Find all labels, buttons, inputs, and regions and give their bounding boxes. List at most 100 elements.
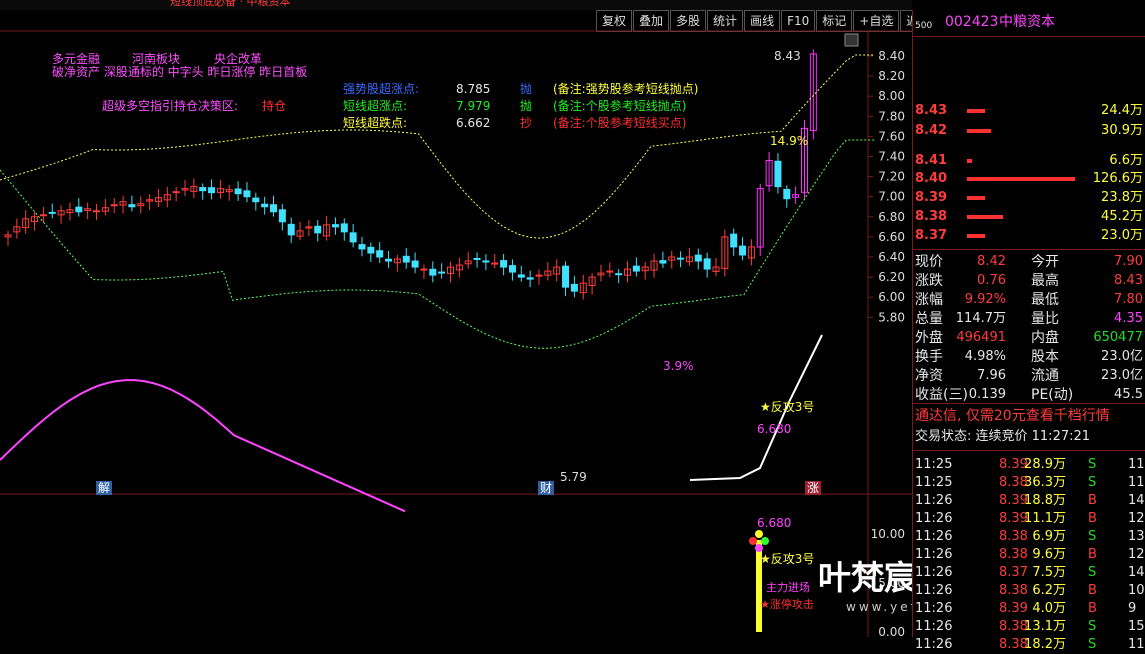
tick-time: 11:26 [915,511,953,526]
signal-value: 8.785 [456,82,491,96]
order-book-row[interactable]: 8.39 23.8万 [913,189,1145,207]
pct-high-label: 14.9% [770,134,809,148]
stock-code: 002423 [945,14,999,30]
candle-body [287,223,295,236]
candle-body [694,254,702,262]
candle-body [632,265,640,272]
tick-time: 11:26 [915,529,953,544]
tick-time: 11:26 [915,601,953,616]
order-book-row[interactable]: 8.41 6.6万 [913,152,1145,170]
candle-body [570,283,578,292]
tick-side: S [1088,637,1097,652]
tick-volume: 6.9万 [1032,529,1066,544]
ob-volume-bar [967,109,985,113]
tick-price: 8.38 [999,583,1028,598]
order-book-row[interactable]: 8.42 30.9万 [913,122,1145,140]
sub-signal-dot [755,544,763,552]
y-axis-label: 7.20 [878,170,905,184]
stock-name: 中粮资本 [999,14,1055,30]
signal-action: 抛 [520,82,533,96]
candle-body [93,210,100,213]
tick-volume: 4.0万 [1032,601,1066,616]
y-axis-label: 6.80 [878,210,905,224]
ob-volume-bar [967,129,991,133]
candle-body [562,265,570,288]
quote-label: 换手 [915,349,943,365]
y-axis-label: 8.20 [878,69,905,83]
candle-body [349,232,357,243]
quote-value: 496491 [956,330,1006,345]
quote-value: 4.98% [964,349,1006,364]
sub-signal-dot [761,537,769,545]
quote-row: 现价 8.42 今开 7.90 [913,253,1145,271]
stock-header: 500 002423 中粮资本 [913,13,1145,35]
order-book-row[interactable]: 8.38 45.2万 [913,208,1145,226]
tick-row: 11:26 8.38 9.6万 B 12 [913,546,1145,564]
sector-tag-henan: 河南板块 [132,52,181,66]
signal-note: (备注:强势股参考短线抛点) [553,82,699,96]
tick-count: 12 [1128,547,1145,562]
lower-band-line [0,139,875,349]
strategy-value: 持仓 [262,99,287,113]
event-cai-marker[interactable]: 财 [538,481,555,495]
candle-body [500,260,508,268]
candle-body [234,188,242,195]
signal-name: 短线超涨点: [343,99,408,113]
y-axis-label: 6.60 [878,230,905,244]
quote-label: 外盘 [915,330,943,346]
candle-body [48,211,56,214]
tick-time: 11:26 [915,547,953,562]
signal-name: 短线超跌点: [343,116,408,130]
promo-text[interactable]: 通达信, 仅需20元查看千档行情 [915,407,1110,425]
quote-value: 23.0亿 [1101,349,1143,364]
quote-value: 8.42 [977,254,1006,269]
ob-volume-bar [967,196,985,200]
candle-body [376,250,384,258]
candle-body [367,246,375,254]
tick-volume: 28.9万 [1024,457,1066,472]
order-book-row[interactable]: 8.43 24.4万 [913,102,1145,120]
signal-value: 7.979 [456,99,491,113]
order-book-row[interactable]: 8.40 126.6万 [913,170,1145,188]
candle-body [243,190,251,198]
order-book-row[interactable]: 8.37 23.0万 [913,227,1145,245]
quote-label: 今开 [1031,254,1059,270]
tick-price: 8.37 [999,565,1028,580]
quote-row: 换手 4.98% 股本 23.0亿 [913,348,1145,366]
trade-status: 交易状态: 连续竞价 11:27:21 [913,428,1145,446]
quote-panel: 500 002423 中粮资本 8.43 24.4万 8.42 30.9万 8.41… [912,10,1145,652]
tick-count: 11 [1128,475,1145,490]
quote-label: 总量 [915,311,943,327]
ob-price: 8.39 [915,190,948,205]
ob-volume: 30.9万 [1101,123,1143,138]
signal-value: 6.662 [456,116,491,130]
promo-banner[interactable]: 通达信, 仅需20元查看千档行情 [913,407,1145,425]
quote-label: 流通 [1031,368,1059,384]
quote-row: 净资 7.96 流通 23.0亿 [913,367,1145,385]
candle-body [774,160,782,188]
quote-label: 净资 [915,368,943,384]
divider [913,249,1145,250]
ob-price: 8.37 [915,228,948,243]
tick-row: 11:26 8.38 6.2万 B 10 [913,582,1145,600]
candle-body [314,225,322,234]
tick-price: 8.38 [999,529,1028,544]
peak-price-label: 8.43 [774,49,801,63]
candle-body [606,270,614,273]
y-axis-label: 7.00 [878,190,905,204]
event-zhang-marker[interactable]: 涨 [805,481,822,495]
y-axis-label: 7.40 [878,150,905,164]
tick-count: 11 [1128,637,1145,652]
quote-value: 9.92% [964,292,1006,307]
oscillator-line [0,379,406,513]
quote-value: 114.7万 [955,311,1006,326]
tick-time: 11:25 [915,457,953,472]
candle-body [517,274,525,278]
y-axis-label: 6.20 [878,270,905,284]
tick-row: 11:25 8.39 28.9万 S 11 [913,456,1145,474]
sub-signal-dot [749,537,757,545]
tick-row: 11:26 8.39 18.8万 B 14 [913,492,1145,510]
tick-count: 13 [1128,529,1145,544]
quote-value: 8.43 [1114,273,1143,288]
event-jie-marker[interactable]: 解 [96,481,113,495]
